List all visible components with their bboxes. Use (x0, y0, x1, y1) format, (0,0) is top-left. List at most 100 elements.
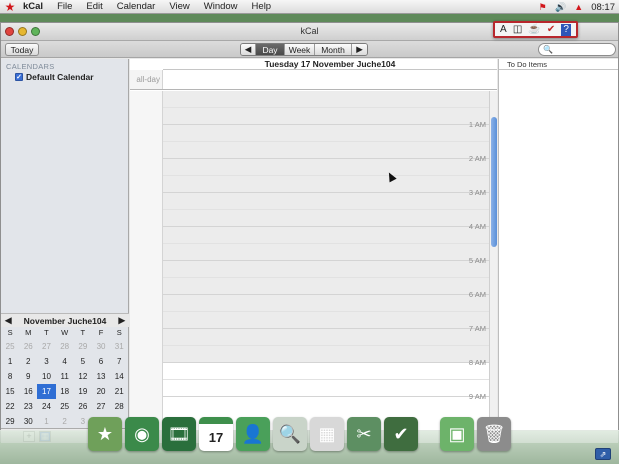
mini-next-month-button[interactable]: ▶ (118, 315, 125, 326)
mini-day[interactable]: 14 (110, 369, 128, 384)
folder-icon[interactable]: ▣ (440, 417, 474, 451)
input-palette: A ◫ ☕ ✔? (493, 21, 578, 38)
star-icon[interactable]: ★ (1, 0, 19, 14)
mini-day[interactable]: 12 (74, 369, 92, 384)
previous-button[interactable]: ◀ (241, 44, 256, 55)
text-icon[interactable]: A (500, 24, 507, 36)
all-day-row[interactable]: all-day (130, 70, 497, 90)
mini-day[interactable]: 8 (1, 369, 19, 384)
menu-view[interactable]: View (162, 0, 196, 14)
calendar-item-default[interactable]: ✓ Default Calendar (1, 72, 128, 82)
mini-day[interactable]: 2 (56, 414, 74, 429)
mini-day[interactable]: 29 (1, 414, 19, 429)
mini-day[interactable]: 31 (110, 339, 128, 354)
search-icon: 🔍 (543, 45, 553, 54)
calculator-icon[interactable]: ▦ (310, 417, 344, 451)
half-hour-line (163, 243, 489, 244)
menu-file[interactable]: File (50, 0, 79, 14)
mini-day[interactable]: 4 (56, 354, 74, 369)
hour-grid[interactable]: 1 AM 2 AM 3 AM 4 AM 5 AM 6 AM 7 AM 8 AM 9 AM (130, 91, 489, 443)
mini-day[interactable]: 20 (92, 384, 110, 399)
hour-label: 6 AM (468, 290, 486, 299)
mini-day[interactable]: 23 (19, 399, 37, 414)
todo-panel: To Do Items (498, 59, 618, 443)
scrollbar-thumb[interactable] (491, 117, 497, 247)
menu-app-name[interactable]: kCal (19, 0, 50, 14)
week-view-button[interactable]: Week (285, 44, 315, 55)
mini-day[interactable]: 25 (1, 339, 19, 354)
mini-day[interactable]: 19 (74, 384, 92, 399)
finder-icon[interactable]: ★ (88, 417, 122, 451)
next-button[interactable]: ▶ (352, 44, 367, 55)
magnifier-icon[interactable]: 🔍 (273, 417, 307, 451)
menu-extras: ⚑ 🔊 ▲ 08:17 (537, 0, 615, 14)
weekday-header: T (80, 328, 86, 337)
mini-day[interactable]: 2 (19, 354, 37, 369)
mini-day[interactable]: 30 (92, 339, 110, 354)
search-input[interactable]: 🔍 (538, 43, 616, 56)
calendars-sidebar: CALENDARS ✓ Default Calendar ◀ November … (1, 59, 129, 443)
pin-icon[interactable]: ⇗ (595, 448, 611, 460)
mini-day[interactable]: 25 (56, 399, 74, 414)
flag-icon[interactable]: ⚑ (537, 2, 548, 12)
mini-day[interactable]: 5 (74, 354, 92, 369)
menu-help[interactable]: Help (245, 0, 279, 14)
mini-day[interactable]: 13 (92, 369, 110, 384)
mini-day[interactable]: 16 (19, 384, 37, 399)
mini-day-today[interactable]: 17 (37, 384, 56, 399)
today-button[interactable]: Today (5, 43, 39, 56)
mini-day[interactable]: 26 (19, 339, 37, 354)
month-view-button[interactable]: Month (315, 44, 352, 55)
trash-icon[interactable]: 🗑 (477, 417, 511, 451)
mini-day[interactable]: 9 (19, 369, 37, 384)
volume-icon[interactable]: 🔊 (555, 2, 566, 12)
hour-line (163, 328, 489, 329)
mini-day[interactable]: 6 (92, 354, 110, 369)
menu-calendar[interactable]: Calendar (110, 0, 163, 14)
menu-edit[interactable]: Edit (79, 0, 109, 14)
kcal-window: kCal Today ◀ Day Week Month ▶ 🔍 CALENDAR… (0, 22, 619, 443)
system-prefs-icon[interactable]: ✂ (347, 417, 381, 451)
half-hour-line (163, 379, 489, 380)
menu-window[interactable]: Window (197, 0, 245, 14)
mini-day[interactable]: 15 (1, 384, 19, 399)
mini-prev-month-button[interactable]: ◀ (5, 315, 12, 326)
calendar-icon[interactable]: 17 (199, 417, 233, 451)
help-icon[interactable]: ? (561, 23, 571, 36)
mini-day[interactable]: 21 (110, 384, 128, 399)
globe-icon[interactable]: ◉ (125, 417, 159, 451)
day-view-scrollbar[interactable] (489, 91, 497, 443)
mini-day[interactable]: 10 (37, 369, 55, 384)
mini-day[interactable]: 11 (56, 369, 74, 384)
hour-line (163, 294, 489, 295)
mini-day[interactable]: 24 (37, 399, 55, 414)
columns-icon[interactable]: ◫ (513, 24, 522, 36)
mini-day[interactable]: 27 (37, 339, 55, 354)
mini-day[interactable]: 1 (37, 414, 55, 429)
mini-calendar-title: November Juche104 (23, 315, 107, 326)
weekday-header: S (116, 328, 122, 337)
tea-icon[interactable]: ☕ (528, 24, 540, 36)
check-icon[interactable]: ✔ (547, 24, 555, 36)
address-book-icon[interactable]: 👤 (236, 417, 270, 451)
menu-clock[interactable]: 08:17 (591, 2, 615, 13)
mini-calendar-header: ◀ November Juche104 ▶ (1, 313, 129, 327)
mini-day[interactable]: 28 (56, 339, 74, 354)
calendars-header: CALENDARS (6, 62, 55, 71)
calendar-checkbox[interactable]: ✓ (15, 73, 23, 81)
flame-icon[interactable]: ▲ (573, 2, 584, 12)
half-hour-line (163, 175, 489, 176)
image-icon[interactable]: ✔ (384, 417, 418, 451)
mini-day[interactable]: 29 (74, 339, 92, 354)
mini-day[interactable]: 3 (37, 354, 55, 369)
mini-day[interactable]: 7 (110, 354, 128, 369)
half-hour-line (163, 209, 489, 210)
film-icon[interactable]: 🎞 (162, 417, 196, 451)
mini-day[interactable]: 30 (19, 414, 37, 429)
hour-label: 4 AM (468, 222, 486, 231)
mini-day[interactable]: 22 (1, 399, 19, 414)
day-view-button[interactable]: Day (256, 44, 285, 55)
day-view-date-title: Tuesday 17 November Juche104 (163, 59, 497, 70)
mini-day[interactable]: 1 (1, 354, 19, 369)
mini-day[interactable]: 18 (56, 384, 74, 399)
